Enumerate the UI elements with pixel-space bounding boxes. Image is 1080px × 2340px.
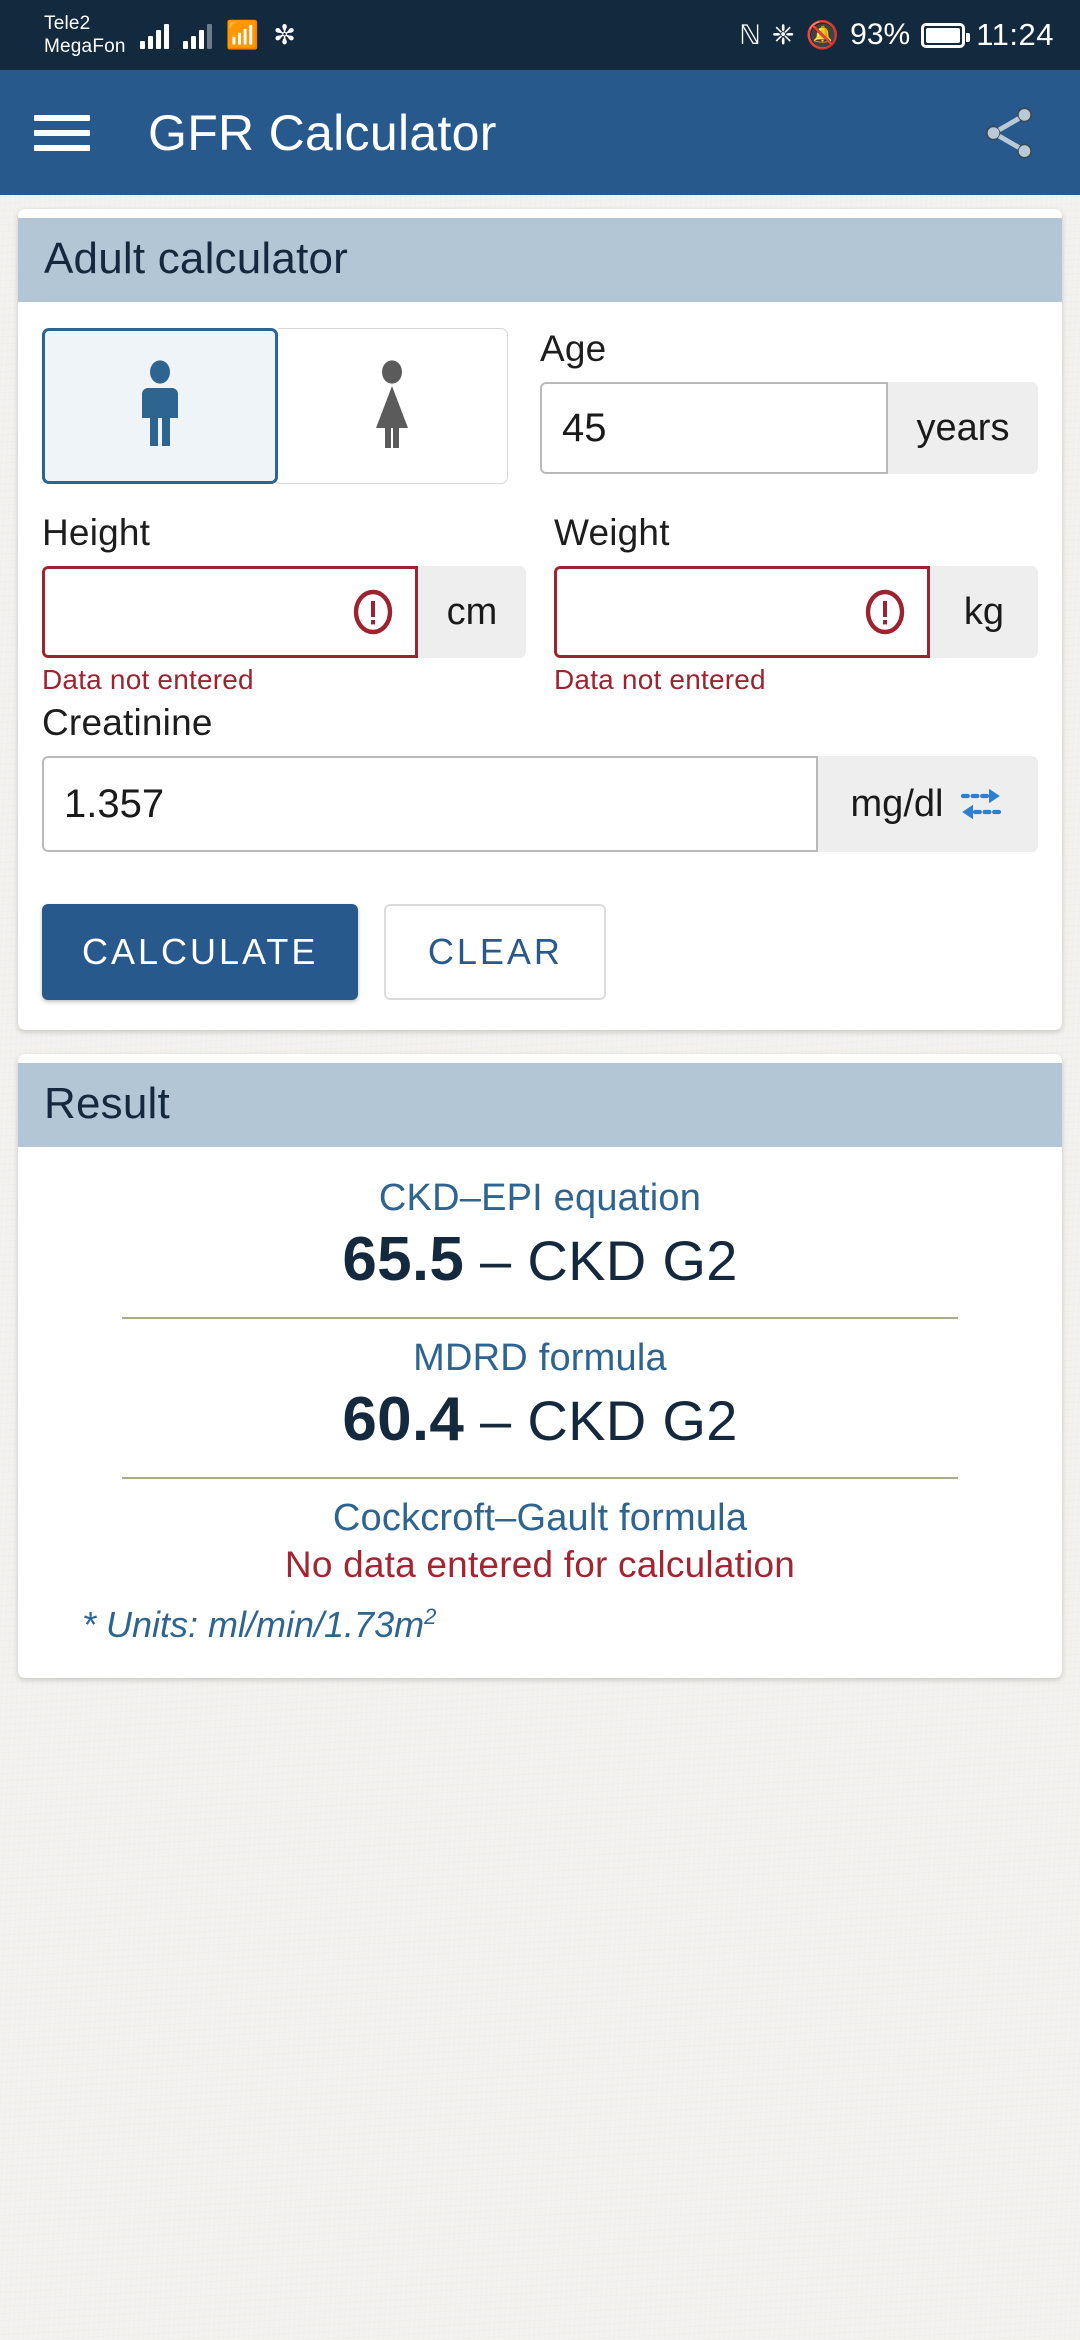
height-field-group: Height cm Data not entered: [42, 512, 526, 696]
result-entry-ckd-epi: CKD–EPI equation 65.5 – CKD G2: [74, 1177, 1006, 1295]
age-unit-label: years: [888, 382, 1038, 474]
height-weight-row: Height cm Data not entered Weight kg Dat…: [42, 512, 1038, 696]
result-card: Result CKD–EPI equation 65.5 – CKD G2 MD…: [18, 1054, 1062, 1678]
wifi-icon: 📶: [225, 19, 260, 50]
result-title-mdrd: MDRD formula: [413, 1337, 667, 1379]
carrier-labels: Tele2 MegaFon: [44, 12, 126, 58]
creatinine-label: Creatinine: [42, 702, 213, 743]
carrier-2-label: MegaFon: [44, 36, 126, 57]
app-bar: GFR Calculator: [0, 70, 1080, 195]
share-icon[interactable]: [978, 102, 1040, 164]
result-divider-2: [122, 1477, 958, 1479]
creatinine-input-group: 1.357 mg/dl: [42, 756, 1038, 852]
hamburger-menu-icon[interactable]: [34, 111, 90, 155]
height-unit-label: cm: [418, 566, 526, 658]
calculate-button[interactable]: CALCULATE: [42, 904, 359, 1000]
battery-icon: [921, 22, 971, 48]
result-error-cockcroft-gault: No data entered for calculation: [284, 1544, 796, 1585]
gender-male-button[interactable]: [42, 328, 278, 484]
result-separator-mdrd: –: [464, 1389, 528, 1452]
creatinine-field-group: Creatinine 1.357 mg/dl: [42, 702, 1038, 852]
height-input-group: cm: [42, 566, 526, 658]
signal-strength-icon-2: [182, 21, 212, 49]
units-note-exponent: 2: [424, 1604, 437, 1629]
nfc-icon: ℕ: [739, 19, 761, 50]
weight-unit-label: kg: [930, 566, 1038, 658]
result-value-ckd-epi: 65.5 – CKD G2: [74, 1224, 1006, 1295]
creatinine-unit-label: mg/dl: [850, 782, 944, 825]
result-header: Result: [18, 1063, 1062, 1147]
status-bar-right: ℕ ❈ 🔕 93% 11:24: [739, 17, 1054, 53]
weight-input-group: kg: [554, 566, 1038, 658]
action-buttons: CALCULATE CLEAR: [42, 904, 1038, 1000]
height-error-text: Data not entered: [42, 664, 254, 695]
result-title-ckd-epi: CKD–EPI equation: [378, 1177, 702, 1219]
battery-percent-label: 93%: [850, 18, 911, 51]
age-field-group: Age 45 years: [540, 328, 1038, 484]
result-entry-mdrd: MDRD formula 60.4 – CKD G2: [74, 1337, 1006, 1455]
bluetooth-icon: ❈: [771, 19, 795, 50]
result-separator-ckd-epi: –: [464, 1229, 528, 1292]
result-value-mdrd: 60.4 – CKD G2: [74, 1384, 1006, 1455]
phone-screen: Tele2 MegaFon 📶 ✼ ℕ ❈ 🔕 93% 11:24 GFR Ca…: [0, 0, 1080, 2340]
mute-icon: 🔕: [805, 19, 840, 50]
result-stage-ckd-epi: CKD G2: [527, 1229, 738, 1292]
status-bar: Tele2 MegaFon 📶 ✼ ℕ ❈ 🔕 93% 11:24: [0, 0, 1080, 70]
clear-button[interactable]: CLEAR: [384, 904, 607, 1000]
gender-female-button[interactable]: [277, 328, 508, 484]
units-note-text: * Units: ml/min/1.73m: [82, 1604, 425, 1645]
weight-error-text: Data not entered: [554, 664, 766, 695]
weight-field-group: Weight kg Data not entered: [554, 512, 1038, 696]
creatinine-input[interactable]: 1.357: [42, 756, 818, 852]
age-label: Age: [540, 328, 607, 369]
carrier-1-label: Tele2: [44, 13, 91, 34]
creatinine-unit-group[interactable]: mg/dl: [818, 756, 1038, 852]
adult-calculator-header: Adult calculator: [18, 218, 1062, 302]
age-input[interactable]: 45: [540, 382, 888, 474]
height-error-icon: [353, 589, 393, 635]
weight-label: Weight: [554, 512, 670, 553]
result-stage-mdrd: CKD G2: [527, 1389, 738, 1452]
vpn-icon: ✼: [273, 19, 296, 50]
result-number-mdrd: 60.4: [342, 1385, 465, 1454]
adult-calculator-body: Age 45 years Height cm Data not entered …: [18, 302, 1062, 1030]
status-bar-left: Tele2 MegaFon 📶 ✼: [44, 12, 296, 58]
clock-label: 11:24: [976, 17, 1054, 52]
gender-selector: [42, 328, 508, 484]
age-input-group: 45 years: [540, 382, 1038, 474]
result-entry-cockcroft-gault: Cockcroft–Gault formula No data entered …: [74, 1497, 1006, 1586]
signal-strength-icon-1: [139, 21, 169, 49]
male-figure-icon: [141, 360, 178, 446]
result-body: CKD–EPI equation 65.5 – CKD G2 MDRD form…: [18, 1147, 1062, 1678]
height-input[interactable]: [42, 566, 418, 658]
gender-age-row: Age 45 years: [42, 328, 1038, 484]
height-label: Height: [42, 512, 151, 553]
female-figure-icon: [376, 360, 409, 448]
swap-units-icon[interactable]: [957, 782, 1005, 826]
page-title: GFR Calculator: [148, 104, 497, 161]
weight-input[interactable]: [554, 566, 930, 658]
units-note: * Units: ml/min/1.73m2: [74, 1586, 1006, 1650]
weight-error-icon: [865, 589, 905, 635]
result-number-ckd-epi: 65.5: [342, 1225, 465, 1294]
adult-calculator-card: Adult calculator Age 45 years Height cm …: [18, 209, 1062, 1030]
result-title-cockcroft-gault: Cockcroft–Gault formula: [332, 1497, 748, 1539]
result-divider-1: [122, 1317, 958, 1319]
